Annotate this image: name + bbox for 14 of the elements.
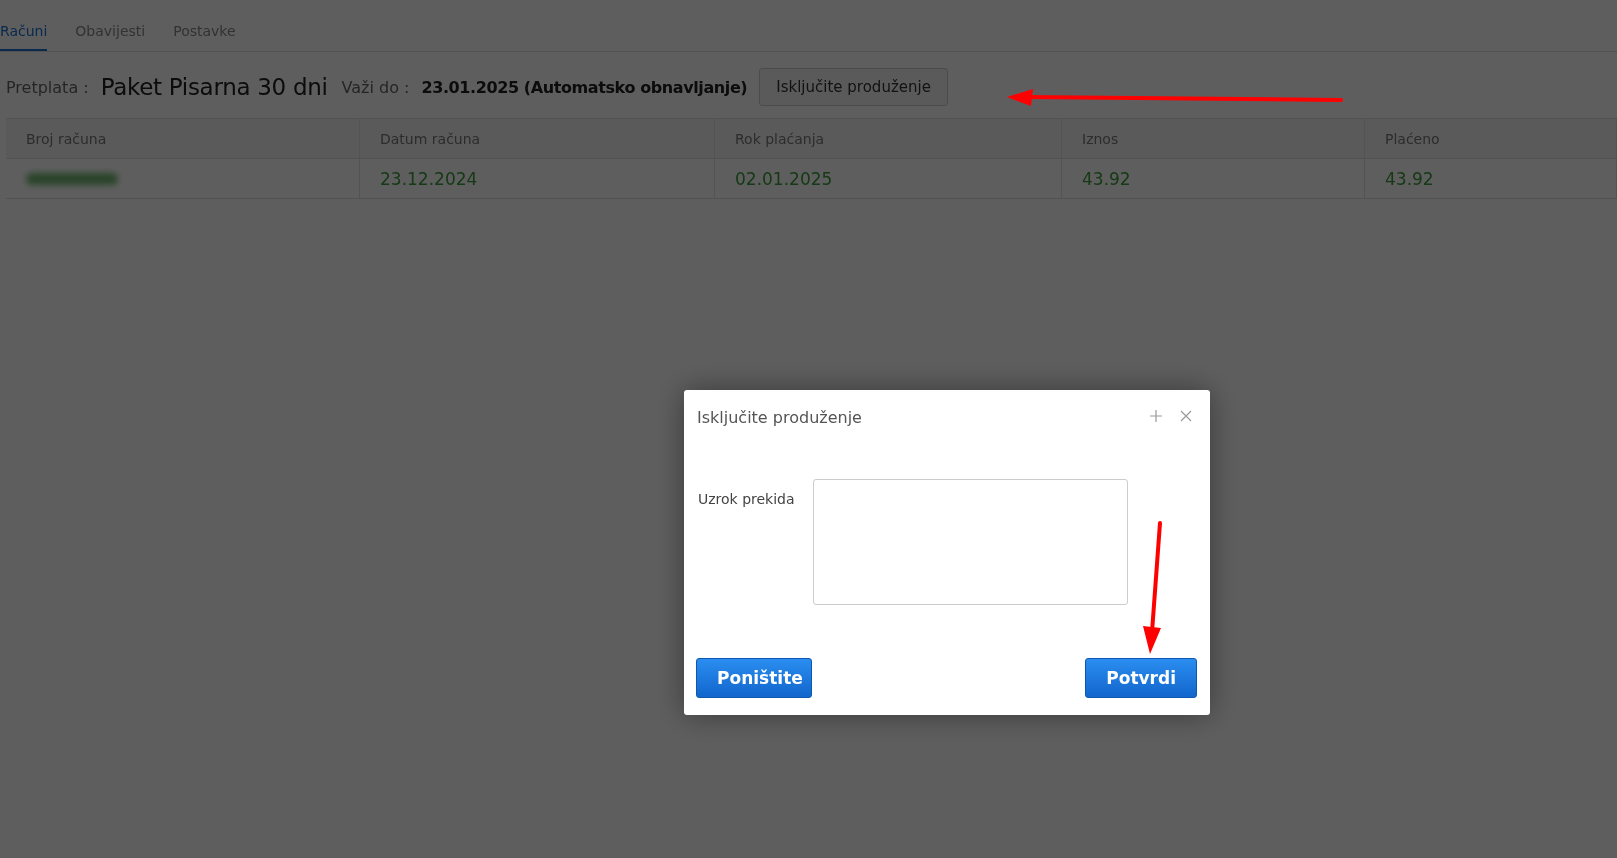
table-cell: 23.12.2024 — [360, 159, 715, 198]
table-cell: 43.92 — [1062, 159, 1365, 198]
dialog-title: Isključite produženje — [697, 407, 863, 427]
tab[interactable]: Računi — [0, 20, 48, 51]
table-cell: 02.01.2025 — [715, 159, 1062, 198]
table-cell: 43.92 — [1365, 159, 1617, 198]
valid-date: 23.01.2025 (Automatsko obnavljanje) — [421, 77, 748, 97]
disable-renewal-button[interactable]: Isključite produženje — [759, 68, 948, 106]
field-label: Uzrok prekida — [698, 490, 796, 509]
cancel-button[interactable]: Poništite — [696, 658, 812, 698]
valid-label: Važi do : — [341, 77, 410, 97]
confirm-button[interactable]: Potvrdi — [1085, 658, 1197, 698]
plan-name: Paket Pisarna 30 dni — [100, 74, 328, 100]
subscription-label: Pretplata : — [6, 77, 89, 97]
